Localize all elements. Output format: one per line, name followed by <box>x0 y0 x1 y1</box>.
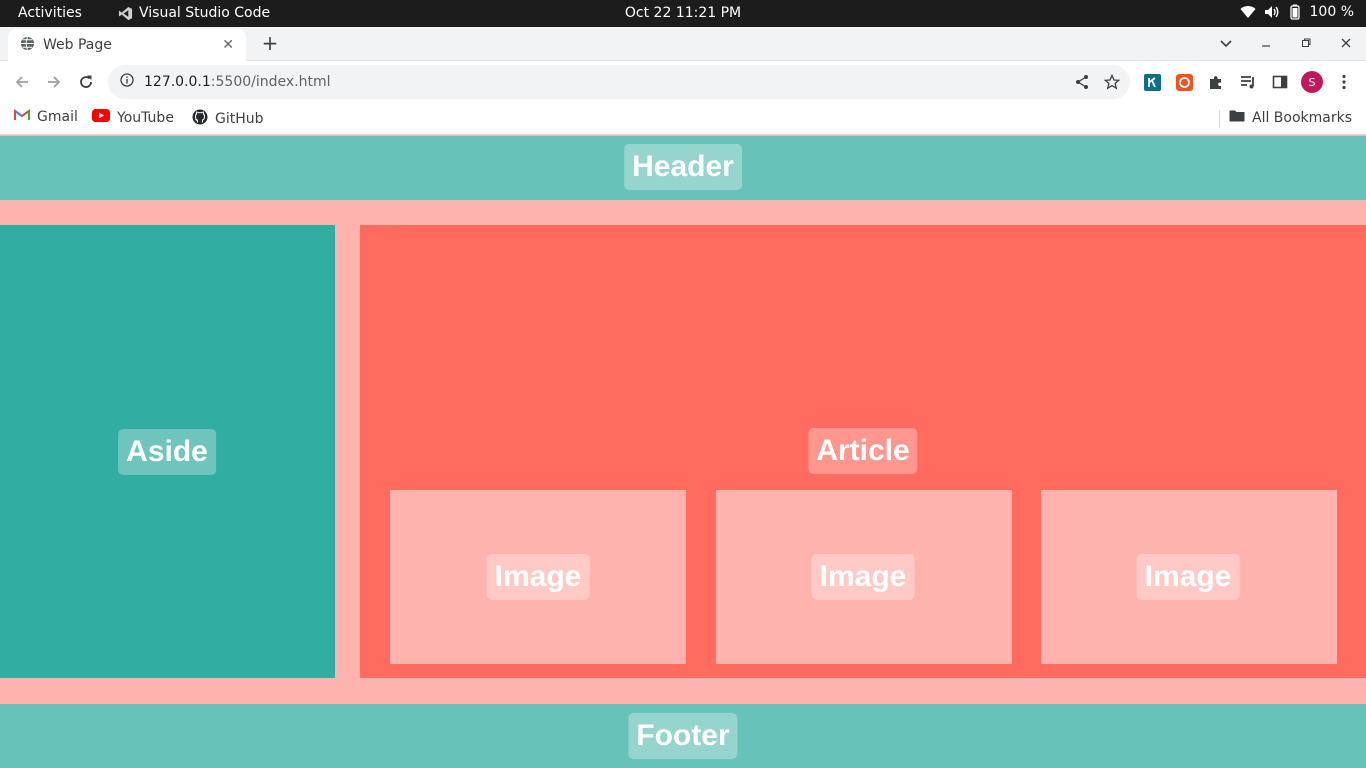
page-header: Header <box>0 136 1366 200</box>
bookmark-star-icon[interactable] <box>1103 73 1121 94</box>
bookmark-github[interactable]: GitHub <box>192 109 264 129</box>
reload-icon[interactable] <box>75 71 97 93</box>
wifi-icon <box>1240 5 1256 19</box>
minimize-icon[interactable] <box>1246 37 1286 52</box>
all-bookmarks-label: All Bookmarks <box>1252 109 1353 126</box>
bookmark-youtube[interactable]: YouTube <box>92 109 174 126</box>
activities-button[interactable]: Activities <box>18 5 82 21</box>
share-icon[interactable] <box>1074 74 1090 94</box>
aside-label: Aside <box>118 429 216 475</box>
image-label: Image <box>1136 554 1240 600</box>
system-tray[interactable]: 100 % <box>1240 4 1354 20</box>
folder-icon <box>1229 109 1245 126</box>
extension-icon[interactable] <box>1141 71 1163 93</box>
back-arrow-icon[interactable] <box>11 71 33 93</box>
battery-percent: 100 % <box>1309 4 1354 20</box>
restore-icon[interactable] <box>1286 37 1326 52</box>
tab-search-icon[interactable] <box>1206 37 1246 52</box>
page-aside: Aside <box>0 225 335 678</box>
close-tab-icon[interactable]: ✕ <box>222 37 234 53</box>
github-icon <box>192 109 208 129</box>
puzzle-icon[interactable] <box>1205 71 1227 93</box>
bookmarks-bar: Gmail YouTube GitHub All Bookmarks <box>0 103 1366 135</box>
clock[interactable]: Oct 22 11:21 PM <box>625 5 741 21</box>
site-info-icon[interactable] <box>120 73 134 91</box>
page-article: Article Image Image Image <box>360 225 1366 678</box>
bookmark-label: Gmail <box>37 109 78 125</box>
youtube-icon <box>92 109 110 126</box>
battery-icon <box>1288 4 1302 20</box>
browser-tab[interactable]: Web Page ✕ <box>8 29 246 61</box>
page-content: Header Aside Article Image Image Image F… <box>0 136 1366 768</box>
image-box: Image <box>716 490 1012 664</box>
header-label: Header <box>624 144 742 190</box>
extension-record-icon[interactable] <box>1173 71 1195 93</box>
globe-icon <box>20 36 35 55</box>
tab-strip: Web Page ✕ + <box>0 27 1366 61</box>
new-tab-button[interactable]: + <box>260 31 280 55</box>
footer-label: Footer <box>628 713 738 759</box>
gmail-icon <box>14 109 30 125</box>
system-top-bar: Activities Visual Studio Code Oct 22 11:… <box>0 0 1366 27</box>
address-bar[interactable]: 127.0.0.1:5500/index.html <box>108 65 1130 99</box>
app-menu[interactable]: Visual Studio Code <box>118 5 270 21</box>
side-panel-icon[interactable] <box>1269 71 1291 93</box>
profile-avatar[interactable]: S <box>1301 71 1323 93</box>
image-box: Image <box>390 490 686 664</box>
forward-arrow-icon[interactable] <box>43 71 65 93</box>
bookmark-gmail[interactable]: Gmail <box>14 109 78 125</box>
all-bookmarks-button[interactable]: All Bookmarks <box>1229 109 1352 126</box>
url-host: 127.0.0.1 <box>144 74 211 90</box>
page-footer: Footer <box>0 704 1366 768</box>
browser-toolbar: 127.0.0.1:5500/index.html S <box>0 61 1366 103</box>
image-label: Image <box>486 554 590 600</box>
app-name: Visual Studio Code <box>139 5 271 21</box>
article-label: Article <box>808 428 918 474</box>
image-label: Image <box>811 554 915 600</box>
close-window-icon[interactable] <box>1326 37 1366 52</box>
media-playlist-icon[interactable] <box>1237 71 1259 93</box>
bookmarks-separator <box>1219 110 1220 128</box>
volume-icon <box>1264 5 1280 19</box>
bookmark-label: GitHub <box>215 111 264 127</box>
bookmark-label: YouTube <box>117 109 174 126</box>
tab-title: Web Page <box>43 37 112 53</box>
url-path: :5500/index.html <box>210 74 331 90</box>
more-menu-icon[interactable] <box>1333 71 1355 93</box>
image-box: Image <box>1041 490 1337 664</box>
vscode-icon <box>118 6 133 21</box>
